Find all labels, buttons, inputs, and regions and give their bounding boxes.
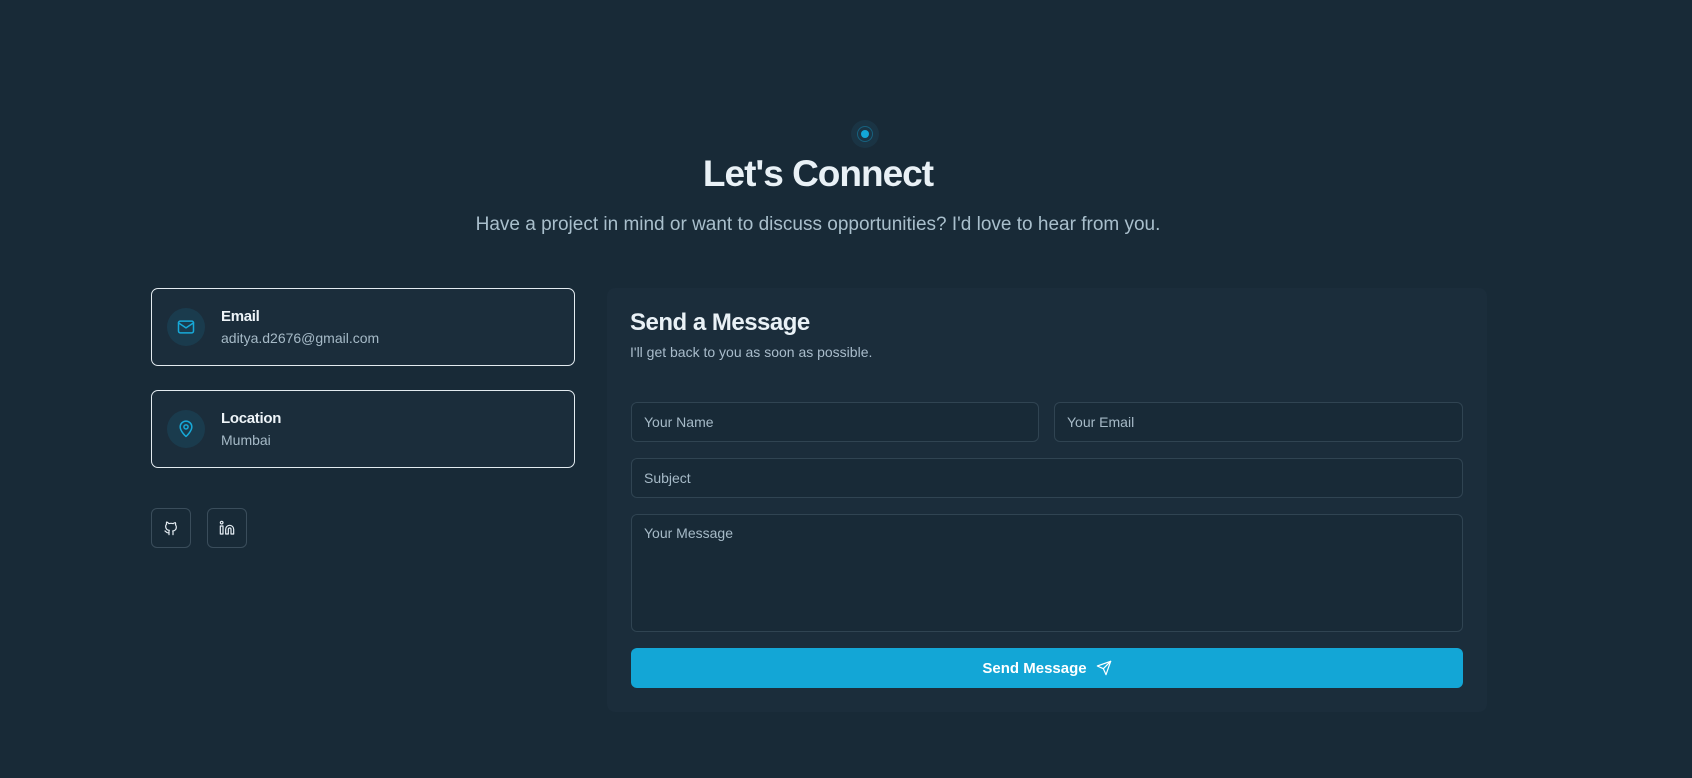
page-subtitle: Have a project in mind or want to discus…	[475, 214, 1161, 235]
mail-icon	[167, 308, 205, 346]
page-title: Let's Connect	[702, 153, 934, 194]
email-card: Email aditya.d2676@gmail.com	[151, 288, 575, 366]
email-label: Email	[221, 308, 260, 325]
location-label: Location	[221, 410, 282, 427]
map-pin-icon	[167, 410, 205, 448]
github-link-button[interactable]	[151, 508, 191, 548]
name-input[interactable]	[631, 402, 1039, 442]
contact-form: Send a Message I'll get back to you as s…	[607, 288, 1487, 712]
form-title: Send a Message	[630, 309, 810, 336]
location-card: Location Mumbai	[151, 390, 575, 468]
contact-page: Let's Connect Have a project in mind or …	[0, 0, 1692, 778]
github-icon	[164, 521, 177, 536]
send-icon	[1096, 660, 1111, 676]
email-value: aditya.d2676@gmail.com	[221, 330, 380, 346]
pulse-dot-icon	[851, 120, 879, 148]
send-message-label: Send Message	[982, 659, 1087, 677]
linkedin-icon	[219, 520, 235, 535]
send-message-button[interactable]: Send Message	[631, 648, 1463, 688]
subject-input[interactable]	[631, 458, 1463, 498]
linkedin-link-button[interactable]	[207, 508, 247, 548]
email-input[interactable]	[1054, 402, 1463, 442]
form-subtitle: I'll get back to you as soon as possible…	[630, 344, 873, 360]
location-value: Mumbai	[221, 432, 271, 448]
message-textarea[interactable]	[631, 514, 1463, 632]
